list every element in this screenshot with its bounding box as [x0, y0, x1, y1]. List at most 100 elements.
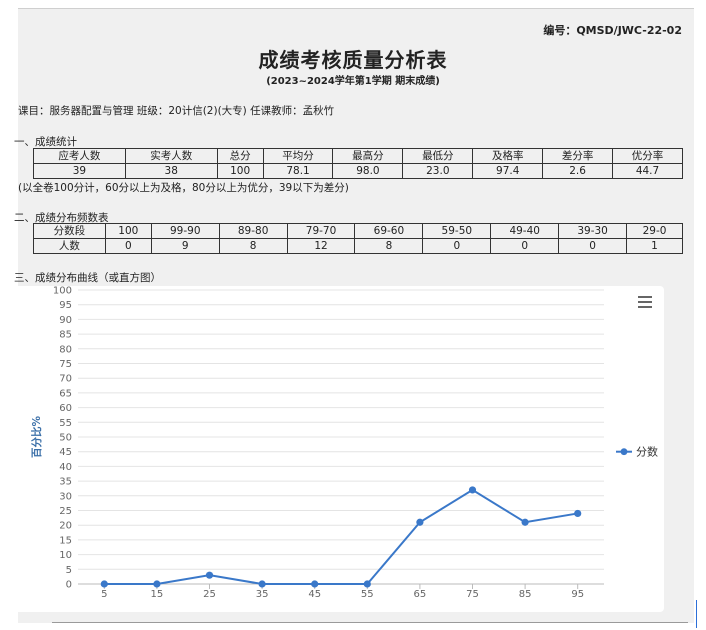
- x-tick-label: 65: [414, 589, 427, 600]
- data-point: [205, 571, 214, 579]
- y-tick-label: 60: [59, 403, 72, 414]
- stats-header-cell: 最低分: [402, 148, 474, 164]
- legend-label: 分数: [636, 446, 658, 459]
- stats-value-cell: 23.0: [402, 163, 474, 179]
- data-point: [521, 518, 529, 526]
- y-tick-label: 80: [59, 344, 72, 355]
- y-tick-label: 0: [66, 580, 72, 591]
- legend-marker: [620, 448, 628, 456]
- frequency-value-cell: 0: [422, 238, 492, 254]
- data-point: [416, 518, 424, 526]
- stats-header-cell: 应考人数: [33, 148, 126, 164]
- y-tick-label: 30: [59, 491, 72, 502]
- frequency-header-cell: 69-60: [354, 223, 424, 239]
- data-point: [363, 580, 371, 588]
- frequency-header-cell: 49-40: [490, 223, 560, 239]
- frequency-value-cell: 0: [558, 238, 628, 254]
- divider: [52, 622, 688, 623]
- line-chart: 0 5 10 15 20 25 30 35 40 45 50 55 60 65 70 75 80 85 90 95 10…: [30, 286, 658, 601]
- page-title: 成绩考核质量分析表: [258, 48, 448, 72]
- y-tick-label: 100: [53, 286, 72, 297]
- stats-value-cell: 2.6: [542, 163, 614, 179]
- stats-header-cell: 及格率: [472, 148, 544, 164]
- y-tick-label: 75: [59, 359, 72, 370]
- frequency-value-cell: 9: [150, 238, 220, 254]
- frequency-value-cell: 1: [626, 238, 683, 254]
- stats-value-cell: 39: [33, 163, 126, 179]
- data-point: [153, 580, 161, 588]
- course-info: 课目：服务器配置与管理 班级：20计信(2)(大专) 任课教师：孟秋竹: [18, 105, 335, 117]
- y-tick-label: 20: [59, 521, 72, 532]
- stats-value-cell: 44.7: [612, 163, 683, 179]
- stats-header-cell: 差分率: [542, 148, 614, 164]
- frequency-header-cell: 99-90: [150, 223, 220, 239]
- frequency-value-cell: 8: [218, 238, 288, 254]
- x-tick-label: 75: [466, 589, 479, 600]
- stats-value-cell: 98.0: [332, 163, 404, 179]
- x-tick-label: 15: [151, 589, 164, 600]
- y-tick-label: 45: [59, 447, 72, 458]
- data-point: [311, 580, 319, 588]
- y-axis-label: 百分比%: [30, 416, 43, 458]
- menu-icon[interactable]: [638, 296, 652, 308]
- frequency-value-cell: 人数: [33, 238, 106, 254]
- data-point: [468, 486, 477, 494]
- y-tick-label: 35: [59, 477, 72, 488]
- section-heading-curve: 三、成绩分布曲线（或直方图）: [14, 272, 161, 284]
- stats-header-cell: 实考人数: [124, 148, 218, 164]
- stats-table: 应考人数 实考人数 总分 平均分 最高分 最低分 及格率 差分率 优分率 39 …: [33, 148, 683, 179]
- y-tick-label: 25: [59, 506, 72, 517]
- document-number: 编号：QMSD/JWC-22-02: [543, 24, 682, 37]
- stats-header-cell: 平均分: [262, 148, 334, 164]
- stats-value-cell: 38: [124, 163, 218, 179]
- stats-value-cell: 100: [216, 163, 264, 179]
- grading-note: (以全卷100分计，60分以上为及格，80分以上为优分，39以下为差分): [18, 182, 349, 194]
- frequency-header-cell: 79-70: [286, 223, 356, 239]
- frequency-value-cell: 0: [490, 238, 560, 254]
- y-tick-label: 40: [59, 462, 72, 473]
- stats-header-row: 应考人数 实考人数 总分 平均分 最高分 最低分 及格率 差分率 优分率: [33, 148, 683, 164]
- y-tick-label: 95: [59, 300, 72, 311]
- x-tick-label: 95: [571, 589, 584, 600]
- y-tick-label: 50: [59, 433, 72, 444]
- chart-container: 0 5 10 15 20 25 30 35 40 45 50 55 60 65 70 75 80 85 90 95 10…: [14, 286, 664, 612]
- data-point: [100, 580, 108, 588]
- stats-value-row: 39 38 100 78.1 98.0 23.0 97.4 2.6 44.7: [33, 163, 683, 179]
- y-tick-label: 65: [59, 388, 72, 399]
- stats-header-cell: 最高分: [332, 148, 404, 164]
- x-tick-label: 55: [361, 589, 374, 600]
- y-tick-label: 5: [66, 565, 72, 576]
- frequency-value-cell: 0: [104, 238, 152, 254]
- section-heading-stats: 一、成绩统计: [14, 136, 77, 148]
- x-tick-label: 85: [519, 589, 532, 600]
- data-point: [258, 580, 266, 588]
- frequency-table: 分数段 100 99-90 89-80 79-70 69-60 59-50 49…: [33, 223, 683, 254]
- stats-header-cell: 总分: [216, 148, 264, 164]
- x-tick-label: 25: [203, 589, 216, 600]
- frequency-header-row: 分数段 100 99-90 89-80 79-70 69-60 59-50 49…: [33, 223, 683, 239]
- frequency-value-cell: 8: [354, 238, 424, 254]
- frequency-value-cell: 12: [286, 238, 356, 254]
- frequency-header-cell: 100: [104, 223, 152, 239]
- y-tick-label: 90: [59, 315, 72, 326]
- y-tick-label: 70: [59, 374, 72, 385]
- frequency-header-cell: 29-0: [626, 223, 683, 239]
- frequency-header-cell: 分数段: [33, 223, 106, 239]
- frequency-header-cell: 59-50: [422, 223, 492, 239]
- stats-header-cell: 优分率: [612, 148, 683, 164]
- stats-value-cell: 78.1: [262, 163, 334, 179]
- y-tick-label: 85: [59, 330, 72, 341]
- page-subtitle: (2023~2024学年第1学期 期末成绩): [266, 76, 440, 87]
- y-tick-label: 55: [59, 418, 72, 429]
- stats-value-cell: 97.4: [472, 163, 544, 179]
- frequency-header-cell: 39-30: [558, 223, 628, 239]
- x-tick-label: 5: [101, 589, 107, 600]
- scrollbar-edge: [696, 600, 697, 628]
- y-tick-label: 15: [59, 535, 72, 546]
- series-line: [104, 488, 578, 585]
- x-tick-label: 45: [308, 589, 321, 600]
- x-tick-label: 35: [256, 589, 269, 600]
- frequency-value-row: 人数 0 9 8 12 8 0 0 0 1: [33, 238, 683, 254]
- y-tick-label: 10: [59, 550, 72, 561]
- frequency-header-cell: 89-80: [218, 223, 288, 239]
